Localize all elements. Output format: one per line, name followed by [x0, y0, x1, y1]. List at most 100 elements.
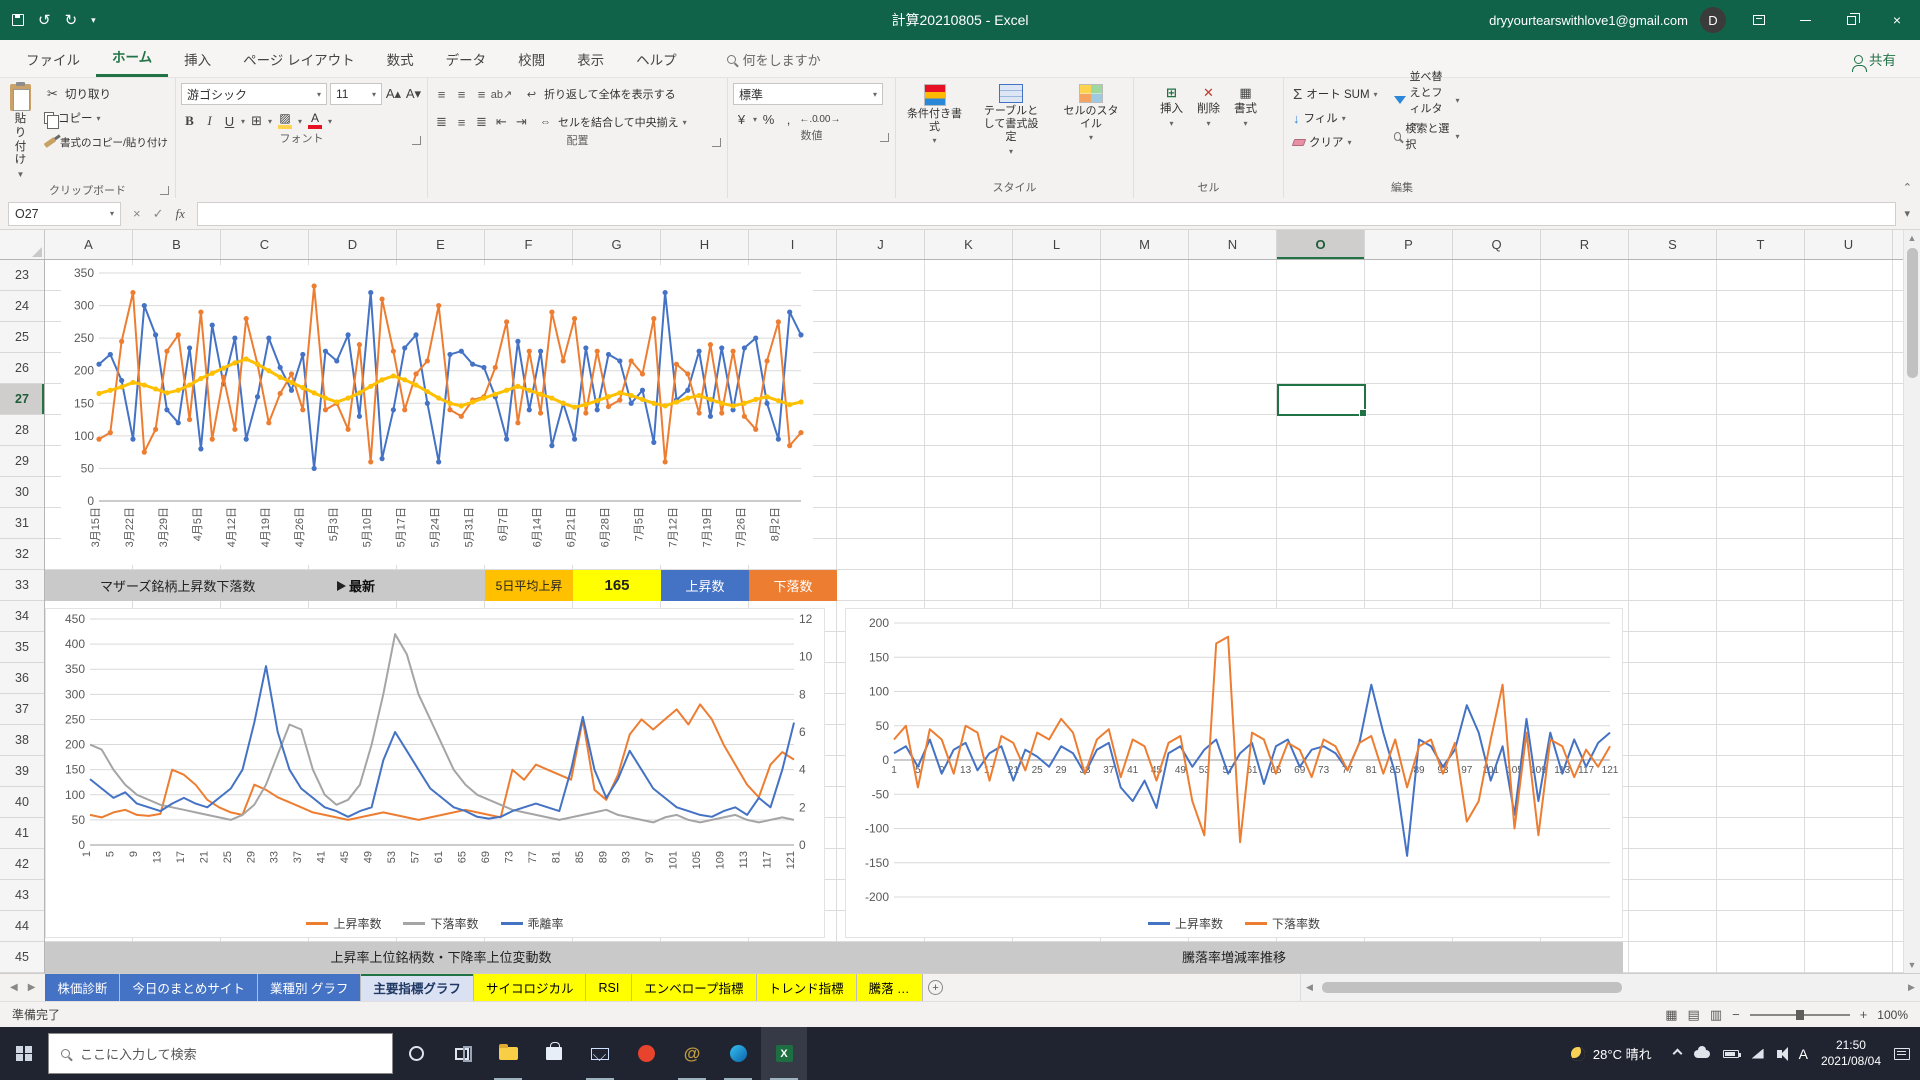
start-button[interactable]	[0, 1027, 48, 1080]
normal-view-icon[interactable]: ▦	[1665, 1007, 1677, 1023]
share-button[interactable]: 共有	[1844, 41, 1906, 77]
row-header-41[interactable]: 41	[0, 818, 44, 849]
dialog-launcher-icon[interactable]	[880, 133, 889, 142]
save-icon[interactable]	[12, 14, 24, 26]
expand-formula-bar-icon[interactable]: ▾	[1904, 207, 1920, 220]
row-header-29[interactable]: 29	[0, 446, 44, 477]
insert-cells-button[interactable]: ⊞ 挿入 ▾	[1155, 81, 1188, 131]
autosum-button[interactable]: Σ オート SUM ▾	[1289, 83, 1382, 105]
tab-page-layout[interactable]: ページ レイアウト	[227, 41, 370, 77]
sort-filter-button[interactable]: 並べ替えとフィルター ▾	[1390, 71, 1464, 131]
zoom-in-icon[interactable]: +	[1860, 1007, 1868, 1022]
column-header-E[interactable]: E	[397, 230, 485, 259]
row-header-33[interactable]: 33	[0, 570, 44, 601]
column-header-J[interactable]: J	[837, 230, 925, 259]
align-center-icon[interactable]: ≡	[453, 114, 470, 131]
enter-icon[interactable]: ✓	[153, 206, 164, 222]
undo-icon[interactable]: ↺	[38, 11, 51, 29]
decrease-font-icon[interactable]: A▾	[405, 86, 422, 103]
scroll-up-icon[interactable]: ▲	[1908, 230, 1917, 246]
chart-advance-decline[interactable]: -200 -150 -100 -50 0 50 100 150 200 1 5 9 13 17 21 25 29…	[845, 608, 1623, 938]
font-color-button[interactable]: A	[305, 111, 325, 131]
taskbar-app-edge[interactable]	[715, 1027, 761, 1080]
increase-decimal-icon[interactable]: ←.0	[799, 111, 817, 128]
cancel-icon[interactable]: ×	[133, 206, 141, 221]
column-header-S[interactable]: S	[1629, 230, 1717, 259]
align-top-icon[interactable]: ≡	[433, 86, 450, 103]
format-painter-button[interactable]: 書式のコピー/貼り付け	[40, 131, 172, 153]
column-header-U[interactable]: U	[1805, 230, 1893, 259]
avg-label-cell[interactable]: 5日平均上昇	[485, 570, 573, 601]
banner33-title-cell[interactable]: マザーズ銘柄上昇数下落数 最新	[45, 570, 485, 601]
select-all-corner[interactable]	[0, 230, 45, 259]
dialog-launcher-icon[interactable]	[712, 138, 721, 147]
align-left-icon[interactable]: ≣	[433, 114, 450, 131]
page-break-view-icon[interactable]: ▥	[1710, 1007, 1722, 1023]
tab-formulas[interactable]: 数式	[371, 41, 430, 77]
column-header-M[interactable]: M	[1101, 230, 1189, 259]
row-header-38[interactable]: 38	[0, 725, 44, 756]
row-header-43[interactable]: 43	[0, 880, 44, 911]
close-button[interactable]: ×	[1874, 0, 1920, 40]
tab-view[interactable]: 表示	[561, 41, 620, 77]
align-middle-icon[interactable]: ≡	[453, 86, 470, 103]
down-count-cell[interactable]: 下落数	[749, 570, 837, 601]
column-header-B[interactable]: B	[133, 230, 221, 259]
row-header-35[interactable]: 35	[0, 632, 44, 663]
merge-center-button[interactable]: ⇔ セルを結合して中央揃え ▾	[533, 111, 691, 133]
column-header-I[interactable]: I	[749, 230, 837, 259]
clock[interactable]: 21:50 2021/08/04	[1821, 1038, 1881, 1069]
page-layout-view-icon[interactable]: ▤	[1688, 1007, 1700, 1023]
restore-button[interactable]	[1828, 0, 1874, 40]
underline-button[interactable]: U	[221, 113, 238, 130]
ime-indicator[interactable]: A	[1799, 1046, 1808, 1062]
grid-canvas[interactable]: 0 50 100 150 200 250 300 350 3月15日 3月22日 3月29日 4月5日…	[45, 260, 1903, 973]
scroll-left-icon[interactable]: ◀	[1301, 982, 1318, 993]
format-as-table-button[interactable]: テーブルとして書式設定 ▾	[974, 81, 1048, 159]
currency-format-icon[interactable]: ¥	[733, 111, 750, 128]
fill-button[interactable]: ↓ フィル ▾	[1289, 107, 1382, 129]
row-header-26[interactable]: 26	[0, 353, 44, 384]
fill-color-button[interactable]: ▨	[275, 111, 295, 131]
taskbar-search[interactable]: ここに入力して検索	[48, 1033, 393, 1074]
sheet-tab-1[interactable]: 株価診断	[45, 974, 121, 1001]
zoom-level[interactable]: 100%	[1877, 1008, 1908, 1022]
row-header-30[interactable]: 30	[0, 477, 44, 508]
column-header-R[interactable]: R	[1541, 230, 1629, 259]
column-header-N[interactable]: N	[1189, 230, 1277, 259]
collapse-ribbon-icon[interactable]: ⌃	[1903, 181, 1912, 194]
battery-icon[interactable]	[1722, 1049, 1741, 1058]
number-format-select[interactable]: 標準 ▾	[733, 83, 883, 105]
sheet-tab-7[interactable]: エンベロープ指標	[632, 974, 757, 1001]
wrap-text-button[interactable]: ↩ 折り返して全体を表示する	[519, 83, 680, 105]
increase-indent-icon[interactable]: ⇥	[513, 114, 530, 131]
dialog-launcher-icon[interactable]	[160, 185, 169, 195]
cut-button[interactable]: ✂ 切り取り	[40, 83, 172, 105]
format-cells-button[interactable]: ▦ 書式 ▾	[1229, 81, 1262, 131]
sheet-tab-8[interactable]: トレンド指標	[756, 974, 857, 1001]
taskbar-app-mail[interactable]	[577, 1027, 623, 1080]
decrease-decimal-icon[interactable]: .00→	[817, 111, 841, 128]
zoom-slider[interactable]	[1749, 1009, 1850, 1020]
column-header-Q[interactable]: Q	[1453, 230, 1541, 259]
vertical-scrollbar[interactable]: ▲ ▼	[1903, 230, 1920, 973]
conditional-formatting-button[interactable]: 条件付き書式 ▾	[901, 81, 968, 149]
row-header-37[interactable]: 37	[0, 694, 44, 725]
sheet-tab-6[interactable]: RSI	[586, 974, 633, 1001]
tab-review[interactable]: 校閲	[502, 41, 561, 77]
align-right-icon[interactable]: ≣	[473, 114, 490, 131]
taskbar-app-file-explorer[interactable]	[485, 1027, 531, 1080]
row-header-42[interactable]: 42	[0, 849, 44, 880]
new-sheet-button[interactable]: +	[923, 974, 949, 1001]
row-header-36[interactable]: 36	[0, 663, 44, 694]
paste-button[interactable]: 貼り付け ▼	[5, 81, 36, 183]
row-header-24[interactable]: 24	[0, 291, 44, 322]
chart-rate-counts[interactable]: 0 50 100 150 200 250 300 350 400 450 0 2 4 6 8 10 12 1 5 9 1…	[45, 608, 825, 938]
column-header-A[interactable]: A	[45, 230, 133, 259]
delete-cells-button[interactable]: ✕ 削除 ▾	[1192, 81, 1225, 131]
column-header-K[interactable]: K	[925, 230, 1013, 259]
row-header-44[interactable]: 44	[0, 911, 44, 942]
copy-button[interactable]: コピー ▾	[40, 107, 172, 129]
zoom-thumb[interactable]	[1795, 1009, 1804, 1020]
column-header-C[interactable]: C	[221, 230, 309, 259]
